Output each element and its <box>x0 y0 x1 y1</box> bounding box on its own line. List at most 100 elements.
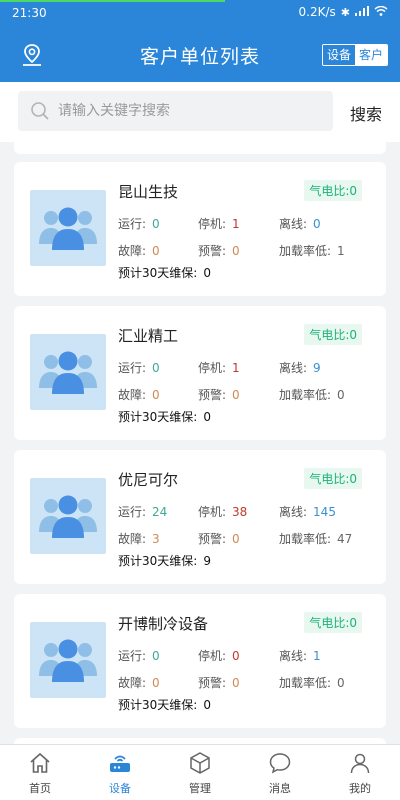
stat-maintenance-value: 0 <box>203 266 211 280</box>
search-input[interactable] <box>58 100 318 122</box>
router-icon <box>110 755 130 772</box>
stat-low_load: 加载率低: 1 <box>279 244 345 258</box>
stat-maintenance-value: 0 <box>203 410 211 424</box>
stat-maintenance: 预计30天维保: 0 <box>118 698 211 712</box>
stat-warning-value: 0 <box>232 244 240 258</box>
home-icon <box>30 752 50 773</box>
stat-warning: 预警: 0 <box>198 676 240 690</box>
customer-card[interactable]: 优尼可尔 气电比:0 运行: 24 停机: 38 离线: 145 故障: 3 预警: 0 加载率低: 47… <box>14 450 386 584</box>
tab-label: 首页 <box>29 782 51 795</box>
stat-offline: 离线: 1 <box>279 649 321 663</box>
tab-device[interactable]: 设备 <box>80 745 160 800</box>
bluetooth-icon: ✱ <box>340 5 350 19</box>
stat-low_load-value: 1 <box>337 244 345 258</box>
stat-warning-value: 0 <box>232 676 240 690</box>
stat-stopped: 停机: 1 <box>198 361 240 375</box>
stat-maintenance: 预计30天维保: 0 <box>118 266 211 280</box>
tab-mine[interactable]: 我的 <box>320 745 400 800</box>
stat-warning-value: 0 <box>232 388 240 402</box>
tab-label: 我的 <box>349 782 371 795</box>
tab-manage[interactable]: 管理 <box>160 745 240 800</box>
stat-offline: 离线: 145 <box>279 505 336 519</box>
wifi-icon <box>374 5 388 19</box>
search-box[interactable] <box>18 91 333 131</box>
search-icon <box>31 102 49 120</box>
customer-name: 优尼可尔 <box>118 471 179 489</box>
stat-running-value: 0 <box>152 649 160 663</box>
customer-avatar <box>30 622 106 698</box>
status-time: 21:30 <box>12 6 47 20</box>
stat-low_load: 加载率低: 0 <box>279 676 345 690</box>
status-icons: 0.2K/s ✱ <box>299 5 388 19</box>
customer-name: 汇业精工 <box>118 327 179 345</box>
stat-maintenance: 预计30天维保: 9 <box>118 554 211 568</box>
ratio-badge: 气电比:0 <box>304 612 362 633</box>
person-icon <box>350 753 370 774</box>
stat-stopped: 停机: 0 <box>198 649 240 663</box>
card-partial <box>14 142 386 154</box>
stat-running-value: 0 <box>152 361 160 375</box>
group-icon <box>39 351 97 394</box>
stat-warning: 预警: 0 <box>198 244 240 258</box>
ratio-badge: 气电比:0 <box>304 324 362 345</box>
stat-offline: 离线: 0 <box>279 217 321 231</box>
tab-label: 管理 <box>189 782 211 795</box>
customer-card[interactable]: 昆山生技 气电比:0 运行: 0 停机: 1 离线: 0 故障: 0 预警: 0 加载率低: 1 预计30天… <box>14 162 386 296</box>
stat-running: 运行: 0 <box>118 649 160 663</box>
stat-fault-value: 0 <box>152 676 160 690</box>
app-header: 客户单位列表 设备 客户 <box>0 26 400 82</box>
stat-low_load: 加载率低: 47 <box>279 532 353 546</box>
group-icon <box>39 639 97 682</box>
tab-label: 设备 <box>109 782 131 795</box>
customer-card[interactable]: 开博制冷设备 气电比:0 运行: 0 停机: 0 离线: 1 故障: 0 预警: 0 加载率低: 0 预计3… <box>14 594 386 728</box>
tab-label: 消息 <box>269 782 291 795</box>
stat-fault: 故障: 3 <box>118 532 160 546</box>
loading-progress <box>0 0 225 2</box>
stat-stopped-value: 38 <box>232 505 248 519</box>
stat-warning: 预警: 0 <box>198 532 240 546</box>
stat-stopped-value: 1 <box>232 361 240 375</box>
stat-low_load-value: 0 <box>337 388 345 402</box>
box-icon <box>190 752 210 774</box>
switch-customer[interactable]: 客户 <box>354 45 387 65</box>
stat-maintenance-value: 9 <box>203 554 211 568</box>
network-speed: 0.2K/s <box>298 5 336 19</box>
stat-maintenance-value: 0 <box>203 698 211 712</box>
search-button[interactable]: 搜索 <box>350 101 382 125</box>
customer-avatar <box>30 478 106 554</box>
customer-card[interactable]: 汇业精工 气电比:0 运行: 0 停机: 1 离线: 9 故障: 0 预警: 0 加载率低: 0 预计30天… <box>14 306 386 440</box>
stat-fault: 故障: 0 <box>118 244 160 258</box>
ratio-badge: 气电比:0 <box>304 468 362 489</box>
stat-running-value: 24 <box>152 505 168 519</box>
chat-icon <box>269 753 291 774</box>
switch-device[interactable]: 设备 <box>322 45 355 65</box>
stat-offline-value: 0 <box>313 217 321 231</box>
customer-list[interactable]: 昆山生技气电比:0 运行: 0 停机: 1 离线: 0 故障: 0 预警: 0 加载率低: 1 预计30天… <box>0 142 400 744</box>
stat-fault-value: 0 <box>152 244 160 258</box>
view-switch[interactable]: 设备 客户 <box>321 44 388 66</box>
stat-offline-value: 9 <box>313 361 321 375</box>
stat-stopped-value: 1 <box>232 217 240 231</box>
stat-running: 运行: 0 <box>118 217 160 231</box>
customer-avatar <box>30 334 106 410</box>
signal-icon <box>355 5 369 19</box>
stat-low_load-value: 47 <box>337 532 353 546</box>
stat-offline-value: 1 <box>313 649 321 663</box>
stat-stopped: 停机: 38 <box>198 505 248 519</box>
stat-running: 运行: 0 <box>118 361 160 375</box>
tab-message[interactable]: 消息 <box>240 745 320 800</box>
stat-fault-value: 0 <box>152 388 160 402</box>
tab-home[interactable]: 首页 <box>0 745 80 800</box>
customer-name: 开博制冷设备 <box>118 615 209 633</box>
customer-name: 昆山生技 <box>118 183 179 201</box>
stat-low_load: 加载率低: 0 <box>279 388 345 402</box>
stat-low_load-value: 0 <box>337 676 345 690</box>
stat-stopped: 停机: 1 <box>198 217 240 231</box>
bottom-tab-bar: 首页 设备 管理 消息 我的 <box>0 744 400 800</box>
group-icon <box>39 207 97 250</box>
stat-warning: 预警: 0 <box>198 388 240 402</box>
stat-warning-value: 0 <box>232 532 240 546</box>
status-bar: 21:30 0.2K/s ✱ <box>0 0 400 26</box>
stat-fault: 故障: 0 <box>118 676 160 690</box>
group-icon <box>39 495 97 538</box>
